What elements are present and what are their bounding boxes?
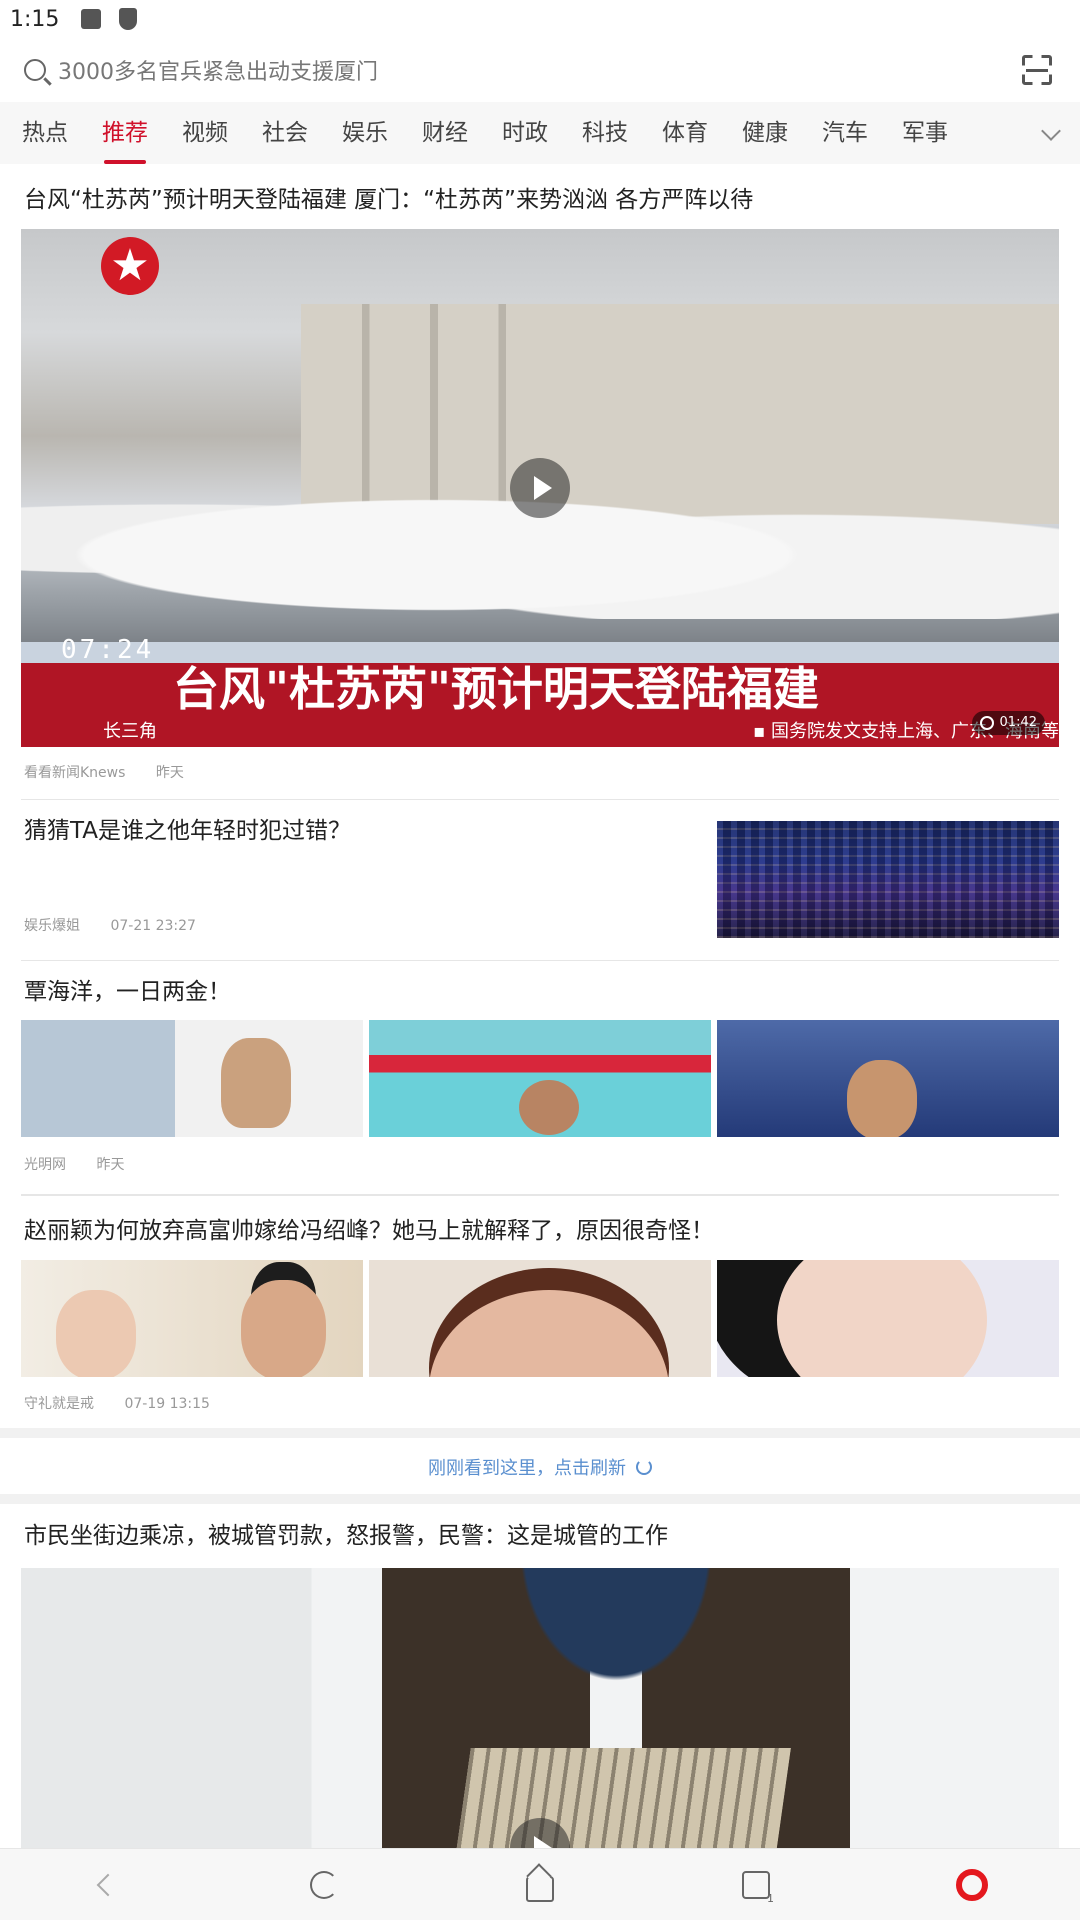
- scan-icon[interactable]: [1022, 55, 1052, 85]
- article-source: 光明网: [24, 1157, 66, 1173]
- tab-military[interactable]: 军事: [902, 102, 948, 164]
- tab-video[interactable]: 视频: [182, 102, 228, 164]
- status-bar: 1:15: [0, 0, 1080, 38]
- thumbnail-row: [21, 1020, 1059, 1137]
- back-button[interactable]: [78, 1855, 138, 1915]
- page: 1:15 3000多名官兵紧急出动支援厦门 热点 推荐 视频 社会 娱乐 财经 …: [0, 0, 1080, 1920]
- tab-sports[interactable]: 体育: [662, 102, 708, 164]
- article-source: 看看新闻Knews: [24, 765, 126, 781]
- play-icon[interactable]: [510, 458, 570, 518]
- article-meta: 光明网 昨天: [24, 1154, 150, 1174]
- article-thumbnail[interactable]: [369, 1260, 711, 1377]
- reload-button[interactable]: [294, 1855, 354, 1915]
- tab-tech[interactable]: 科技: [582, 102, 628, 164]
- search-placeholder: 3000多名官兵紧急出动支援厦门: [58, 60, 378, 85]
- article-thumbnail[interactable]: [369, 1020, 711, 1137]
- article-title[interactable]: 猜猜TA是谁之他年轻时犯过错？: [24, 815, 351, 847]
- opera-icon: [956, 1869, 988, 1901]
- shield-icon: [119, 8, 138, 30]
- bottom-navigation: 1: [0, 1848, 1080, 1920]
- article-source: 守礼就是戒: [24, 1396, 94, 1412]
- article-title[interactable]: 赵丽颖为何放弃高富帅嫁给冯绍峰？她马上就解释了，原因很奇怪！: [24, 1215, 714, 1247]
- chevron-down-icon[interactable]: [1041, 121, 1061, 141]
- home-button[interactable]: [510, 1855, 570, 1915]
- article-thumbnail[interactable]: [21, 1020, 363, 1137]
- video-thumbnail[interactable]: ★ 07:24 台风"杜苏芮"预计明天登陆福建 长三角 ▪ 国务院发文支持上海、…: [21, 229, 1059, 747]
- refresh-prompt[interactable]: 刚刚看到这里，点击刷新: [0, 1440, 1080, 1494]
- tab-politics[interactable]: 时政: [502, 102, 548, 164]
- refresh-text: 刚刚看到这里，点击刷新: [428, 1458, 626, 1479]
- tab-finance[interactable]: 财经: [422, 102, 468, 164]
- tabs-icon: 1: [742, 1871, 774, 1905]
- article-title[interactable]: 台风“杜苏芮”预计明天登陆福建 厦门：“杜苏芮”来势汹汹 各方严阵以待: [24, 184, 753, 216]
- article-meta: 娱乐爆姐 07-21 23:27: [24, 915, 222, 935]
- video-thumbnail[interactable]: [21, 1568, 1059, 1868]
- article-thumbnail[interactable]: [717, 821, 1059, 938]
- back-icon: [96, 1873, 120, 1897]
- article-source: 娱乐爆姐: [24, 918, 80, 934]
- tab-recommend[interactable]: 推荐: [102, 102, 148, 164]
- gallery-icon: [81, 9, 102, 29]
- tab-auto[interactable]: 汽车: [822, 102, 868, 164]
- list-item[interactable]: 猜猜TA是谁之他年轻时犯过错？ 娱乐爆姐 07-21 23:27: [0, 799, 1080, 959]
- overlay-banner-text: 台风"杜苏芮"预计明天登陆福建: [173, 662, 819, 716]
- article-title[interactable]: 覃海洋，一日两金！: [24, 976, 231, 1008]
- list-item[interactable]: 赵丽颖为何放弃高富帅嫁给冯绍峰？她马上就解释了，原因很奇怪！ 守礼就是戒 07-…: [0, 1195, 1080, 1425]
- category-tabs: 热点 推荐 视频 社会 娱乐 财经 时政 科技 体育 健康 汽车 军事: [0, 102, 1080, 164]
- list-item[interactable]: 台风“杜苏芮”预计明天登陆福建 厦门：“杜苏芮”来势汹汹 各方严阵以待 ★ 07…: [0, 164, 1080, 799]
- tab-society[interactable]: 社会: [262, 102, 308, 164]
- tabs-button[interactable]: 1: [726, 1855, 786, 1915]
- video-duration: 01:42: [971, 711, 1045, 735]
- article-thumbnail[interactable]: [717, 1020, 1059, 1137]
- channel-logo: ★: [101, 237, 159, 295]
- article-time: 昨天: [155, 765, 184, 781]
- opera-menu-button[interactable]: [942, 1855, 1002, 1915]
- tab-health[interactable]: 健康: [742, 102, 788, 164]
- clock-icon: [979, 716, 994, 730]
- tab-hot[interactable]: 热点: [22, 102, 68, 164]
- overlay-region: 长三角: [103, 721, 157, 742]
- home-icon: [526, 1876, 554, 1902]
- section-gap: [0, 1494, 1080, 1504]
- article-meta: 守礼就是戒 07-19 13:15: [24, 1393, 236, 1413]
- article-thumbnail[interactable]: [717, 1260, 1059, 1377]
- search-bar: 3000多名官兵紧急出动支援厦门: [0, 38, 1080, 102]
- article-meta: 看看新闻Knews 昨天: [24, 762, 210, 782]
- article-time: 昨天: [96, 1157, 125, 1173]
- article-time: 07-19 13:15: [124, 1396, 210, 1412]
- section-gap: [0, 1428, 1080, 1438]
- search-input[interactable]: 3000多名官兵紧急出动支援厦门: [24, 42, 1022, 98]
- article-time: 07-21 23:27: [110, 918, 196, 934]
- thumbnail-row: [21, 1260, 1059, 1377]
- status-time: 1:15: [10, 6, 60, 32]
- duration-text: 01:42: [999, 715, 1037, 730]
- overlay-clock: 07:24: [61, 635, 155, 665]
- tab-entertainment[interactable]: 娱乐: [342, 102, 388, 164]
- search-icon: [24, 59, 46, 81]
- list-item[interactable]: 市民坐街边乘凉，被城管罚款，怒报警，民警：这是城管的工作: [0, 1504, 1080, 1904]
- article-title[interactable]: 市民坐街边乘凉，被城管罚款，怒报警，民警：这是城管的工作: [24, 1520, 668, 1552]
- article-thumbnail[interactable]: [21, 1260, 363, 1377]
- list-item[interactable]: 覃海洋，一日两金！ 光明网 昨天: [0, 960, 1080, 1195]
- refresh-icon: [636, 1459, 652, 1475]
- reload-icon: [310, 1871, 338, 1899]
